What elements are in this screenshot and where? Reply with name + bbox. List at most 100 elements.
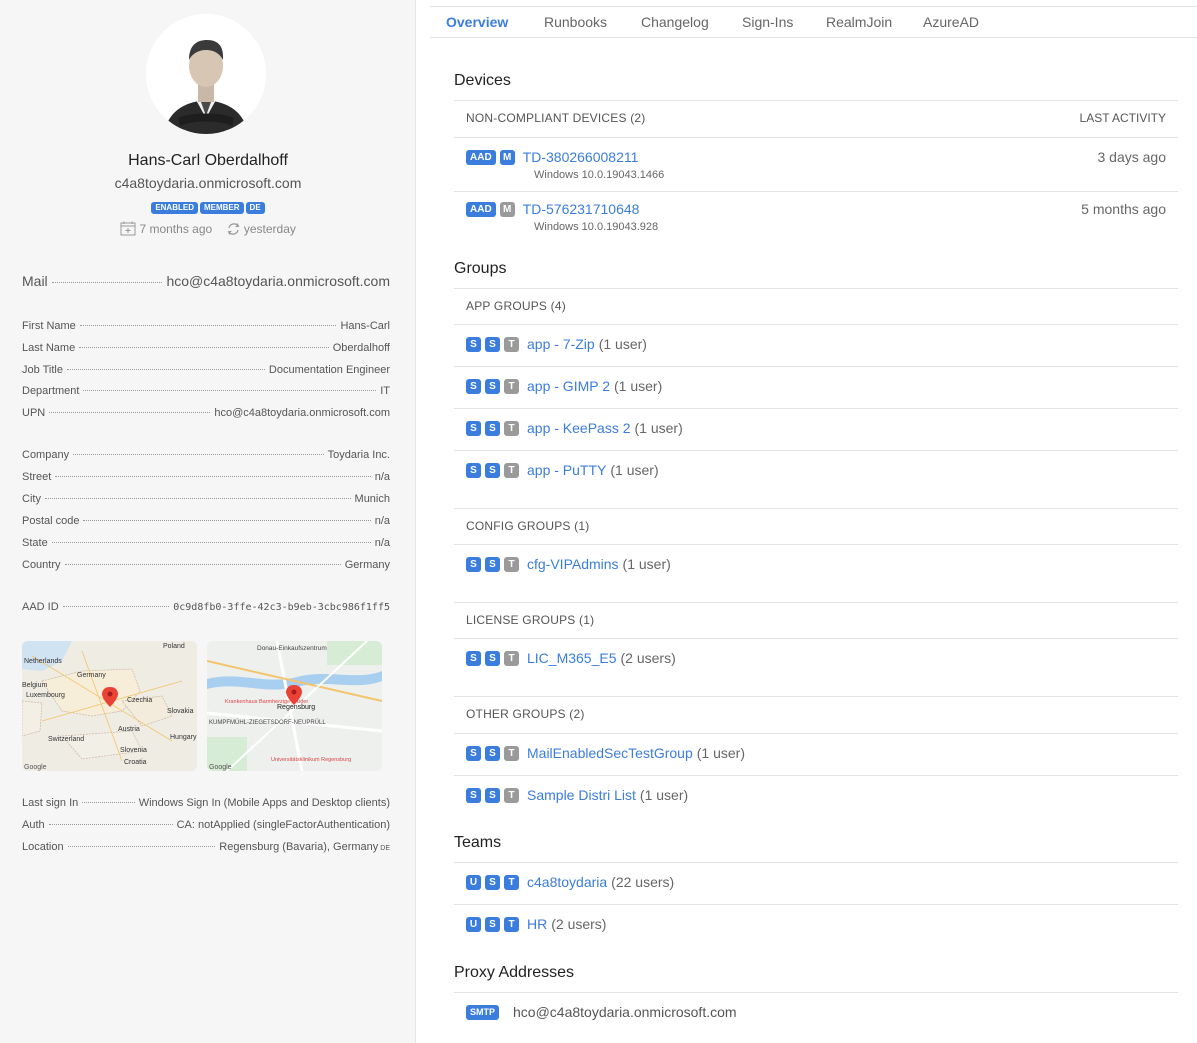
field-value: Regensburg (Bavaria), Germany xyxy=(219,841,379,853)
device-os: Windows 10.0.19043.1466 xyxy=(534,169,665,181)
device-link[interactable]: TD-380266008211 xyxy=(523,149,639,165)
member-count: (1 user) xyxy=(696,745,745,761)
divider xyxy=(454,775,1178,776)
team-tag: T xyxy=(504,336,519,352)
device-row: AAD M TD-576231710648 xyxy=(466,201,1166,217)
field-label: State xyxy=(22,537,48,549)
unified-tag: U xyxy=(466,874,481,890)
upn-row: UPN hco@c4a8toydaria.onmicrosoft.com xyxy=(22,407,390,419)
team-tag: T xyxy=(504,378,519,394)
security-tag: S xyxy=(466,378,481,394)
group-link[interactable]: app - GIMP 2 xyxy=(527,378,610,394)
field-label: First Name xyxy=(22,320,76,332)
group-row: SST Sample Distri List (1 user) xyxy=(466,787,1166,803)
group-link[interactable]: Sample Distri List xyxy=(527,787,636,803)
divider xyxy=(454,288,1178,289)
team-tag: T xyxy=(504,650,519,666)
managed-tag: M xyxy=(499,201,515,217)
country-code: DE xyxy=(380,845,390,852)
tab-realmjoin[interactable]: RealmJoin xyxy=(826,14,892,30)
team-tag: T xyxy=(504,874,519,890)
map-label: Netherlands xyxy=(24,658,62,665)
tab-sign-ins[interactable]: Sign-Ins xyxy=(742,14,793,30)
leader-dots xyxy=(83,390,377,391)
city-map[interactable]: Donau-Einkaufszentrum Regensburg KUMPFMÜ… xyxy=(207,641,382,771)
member-count: (1 user) xyxy=(598,336,647,352)
group-row: SST LIC_M365_E5 (2 users) xyxy=(466,650,1166,666)
divider xyxy=(454,862,1178,863)
field-label: Company xyxy=(22,449,70,461)
group-link[interactable]: app - 7-Zip xyxy=(527,336,595,352)
field-value: n/a xyxy=(374,515,390,527)
map-label: Hungary xyxy=(170,734,197,741)
teams-title: Teams xyxy=(454,834,502,851)
company-row: Company Toydaria Inc. xyxy=(22,449,390,461)
devices-title: Devices xyxy=(454,72,511,89)
member-count: (1 user) xyxy=(614,378,663,394)
field-value: Documentation Engineer xyxy=(268,364,390,376)
member-count: (1 user) xyxy=(610,462,659,478)
group-row: SST MailEnabledSecTestGroup (1 user) xyxy=(466,745,1166,761)
map-label: Austria xyxy=(118,726,140,733)
last-name-row: Last Name Oberdalhoff xyxy=(22,342,390,354)
country-badge: DE xyxy=(245,202,265,214)
user-display-name: Hans-Carl Oberdalhoff xyxy=(128,152,288,169)
tab-changelog[interactable]: Changelog xyxy=(641,14,709,30)
divider xyxy=(454,733,1178,734)
member-count: (2 users) xyxy=(620,650,676,666)
country-map[interactable]: Poland Netherlands Germany Belgium Luxem… xyxy=(22,641,197,771)
synced-tag: S xyxy=(485,650,500,666)
mail-row: Mail hco@c4a8toydaria.onmicrosoft.com xyxy=(22,273,390,289)
synced-tag: S xyxy=(485,745,500,761)
map-label: Donau-Einkaufszentrum xyxy=(257,645,327,652)
tab-runbooks[interactable]: Runbooks xyxy=(544,14,607,30)
map-label: Slovenia xyxy=(120,747,147,754)
group-row: SST app - 7-Zip (1 user) xyxy=(466,336,1166,352)
leader-dots xyxy=(67,846,216,847)
synced-tag: S xyxy=(485,420,500,436)
divider xyxy=(454,408,1178,409)
other-groups-header: OTHER GROUPS (2) xyxy=(466,707,585,721)
map-label: Luxembourg xyxy=(26,692,65,699)
field-value: CA: notApplied (singleFactorAuthenticati… xyxy=(176,819,390,831)
map-label: Slovakia xyxy=(167,708,194,715)
tab-overview[interactable]: Overview xyxy=(446,14,508,30)
field-value: IT xyxy=(380,385,390,397)
app-groups-header: APP GROUPS (4) xyxy=(466,299,566,313)
team-link[interactable]: HR xyxy=(527,916,547,932)
member-count: (22 users) xyxy=(611,874,675,890)
city-row: City Munich xyxy=(22,493,390,505)
team-row: UST HR (2 users) xyxy=(466,916,1166,932)
group-link[interactable]: cfg-VIPAdmins xyxy=(527,556,619,572)
security-tag: S xyxy=(466,420,481,436)
group-link[interactable]: app - PuTTY xyxy=(527,462,606,478)
map-label: Universitätsklinikum Regensburg xyxy=(271,757,351,763)
device-last-activity: 5 months ago xyxy=(1081,201,1166,217)
status-badges: ENABLED MEMBER DE xyxy=(0,202,416,214)
group-link[interactable]: MailEnabledSecTestGroup xyxy=(527,745,693,761)
security-tag: S xyxy=(466,556,481,572)
device-link[interactable]: TD-576231710648 xyxy=(523,201,640,217)
group-link[interactable]: LIC_M365_E5 xyxy=(527,650,617,666)
aad-id-value[interactable]: 0c9d8fb0-3ffe-42c3-b9eb-3cbc986f1ff5 xyxy=(173,602,390,613)
divider xyxy=(454,696,1178,697)
team-link[interactable]: c4a8toydaria xyxy=(527,874,607,890)
divider xyxy=(454,191,1178,192)
managed-tag: M xyxy=(499,149,515,165)
mail-value[interactable]: hco@c4a8toydaria.onmicrosoft.com xyxy=(166,273,390,289)
security-tag: S xyxy=(466,336,481,352)
tab-azuread[interactable]: AzureAD xyxy=(923,14,979,30)
map-label: Switzerland xyxy=(48,736,84,743)
device-last-activity: 3 days ago xyxy=(1097,149,1167,165)
google-logo: Google xyxy=(24,764,47,771)
first-name-row: First Name Hans-Carl xyxy=(22,320,390,332)
divider xyxy=(454,324,1178,325)
synced-tag: S xyxy=(485,462,500,478)
field-label: Auth xyxy=(22,819,45,831)
security-tag: S xyxy=(466,745,481,761)
field-value: n/a xyxy=(374,471,390,483)
group-link[interactable]: app - KeePass 2 xyxy=(527,420,631,436)
license-groups-header: LICENSE GROUPS (1) xyxy=(466,613,595,627)
field-label: Location xyxy=(22,841,64,853)
auth-row: Auth CA: notApplied (singleFactorAuthenti… xyxy=(22,819,390,831)
